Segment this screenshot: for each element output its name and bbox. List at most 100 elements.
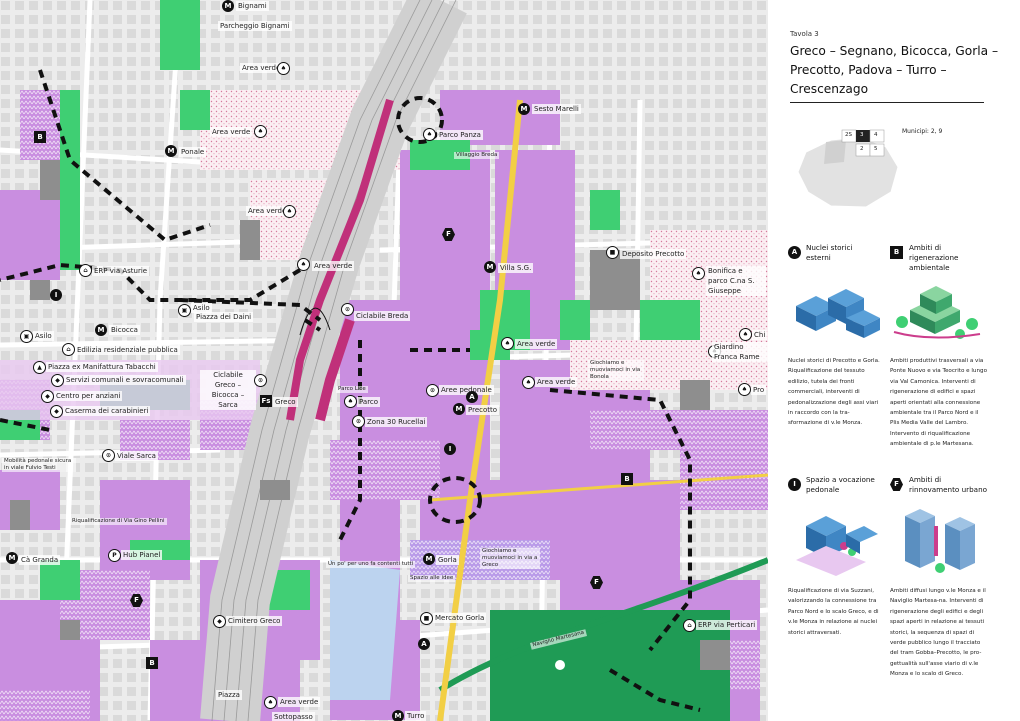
- tree-icon: ♠: [283, 205, 296, 218]
- market-icon: ■: [420, 612, 433, 625]
- legend-text-b: Ambiti produttivi trasversali a via Pont…: [890, 358, 987, 448]
- map-area[interactable]: Bignami M Parcheggio Bignami Area verde …: [0, 0, 768, 721]
- legend-mark-a: A: [788, 246, 801, 259]
- rail-station-icon: Fs: [260, 395, 272, 407]
- label-erp-perticari[interactable]: ERP via Perticari: [696, 620, 758, 630]
- label-parcheggio-bignami[interactable]: Parcheggio Bignami: [218, 21, 292, 31]
- label-precotto[interactable]: Precotto: [466, 405, 500, 415]
- page-title: Greco – Segnano, Bicocca, Gorla – Precot…: [790, 44, 999, 96]
- label-gorla[interactable]: Gorla: [436, 555, 459, 565]
- label-mercato-gorla[interactable]: Mercato Gorla: [433, 613, 487, 623]
- metro-icon: M: [222, 0, 234, 12]
- bike-icon: ⊙: [426, 384, 439, 397]
- label-centro-anziani[interactable]: Centro per anziani: [54, 391, 123, 401]
- label-bicocca[interactable]: Bicocca: [109, 325, 140, 335]
- housing-icon: ⌂: [79, 264, 92, 277]
- label-viale-sarca[interactable]: Viale Sarca: [115, 451, 158, 461]
- marker-b[interactable]: B: [146, 657, 158, 669]
- metro-icon: M: [423, 553, 435, 565]
- label-area-verde-3[interactable]: Area verde: [246, 206, 289, 216]
- service-icon: ◆: [213, 615, 226, 628]
- label-chi[interactable]: Chi: [752, 330, 768, 340]
- label-sottopasso[interactable]: Sottopasso: [272, 712, 315, 721]
- municipio-4: 4: [874, 132, 878, 138]
- label-bonifica[interactable]: Bonifica e parco C.na S. Giuseppe: [706, 266, 766, 296]
- label-area-verde-5[interactable]: Area verde: [515, 339, 558, 349]
- legend-title-i: Spazio a vocazione pedonale: [806, 475, 875, 494]
- label-caserma[interactable]: Caserma dei carabinieri: [63, 406, 151, 416]
- metro-icon: M: [95, 324, 107, 336]
- label-pro[interactable]: Pro: [751, 385, 767, 395]
- legend-title-a: Nuclei storici esterni: [806, 243, 853, 262]
- label-ciclabile-breda[interactable]: Ciclabile Breda: [354, 311, 411, 321]
- label-deposito-precotto[interactable]: Deposito Precotto: [620, 249, 687, 259]
- illustration-pedonale: [796, 516, 878, 576]
- label-erp-asturie[interactable]: ERP via Asturie: [92, 266, 150, 276]
- metro-icon: M: [453, 403, 465, 415]
- legend-mark-i: I: [788, 478, 801, 491]
- marker-a[interactable]: A: [466, 391, 478, 403]
- label-edilizia[interactable]: Edilizia residenziale pubblica: [75, 345, 180, 355]
- label-piazza-daini[interactable]: Piazza dei Daini: [194, 312, 254, 322]
- metro-icon: M: [518, 103, 530, 115]
- tree-icon: ♠: [692, 267, 705, 280]
- illustration-rigenerazione: [893, 286, 981, 339]
- label-area-verde-4[interactable]: Area verde: [312, 261, 355, 271]
- marker-b[interactable]: B: [621, 473, 633, 485]
- legend-title-f: Ambiti di rinnovamento urbano: [909, 475, 988, 494]
- label-cimitero-greco[interactable]: Cimitero Greco: [226, 616, 283, 626]
- service-icon: ◆: [41, 390, 54, 403]
- metro-icon: M: [6, 552, 18, 564]
- tree-icon: ♠: [501, 337, 514, 350]
- label-bignami[interactable]: Bignami: [236, 1, 269, 11]
- label-ca-granda[interactable]: Cà Granda: [19, 555, 61, 565]
- label-area-verde-2[interactable]: Area verde: [210, 127, 253, 137]
- label-villa-sg[interactable]: Villa S.G.: [498, 263, 534, 273]
- label-ponale[interactable]: Ponale: [179, 147, 207, 157]
- map-canvas[interactable]: [0, 0, 768, 721]
- bike-icon: ⊙: [102, 449, 115, 462]
- school-icon: ▣: [20, 330, 33, 343]
- municipio-2: 2: [860, 146, 864, 152]
- municipi-label: Municipi: 2, 9: [902, 128, 943, 135]
- label-turro[interactable]: Turro: [405, 711, 427, 721]
- label-giardino-franca[interactable]: Giardino Franca Rame: [712, 342, 768, 362]
- label-greco[interactable]: Greco: [273, 397, 298, 407]
- label-hub-pianel[interactable]: Hub Pianel: [121, 550, 163, 560]
- marker-i[interactable]: I: [50, 289, 62, 301]
- label-piazza-tabacchi[interactable]: Piazza ex Manifattura Tabacchi: [46, 362, 158, 372]
- label-area-verde-6[interactable]: Area verde: [535, 377, 578, 387]
- marker-b[interactable]: B: [34, 131, 46, 143]
- metro-icon: M: [484, 261, 496, 273]
- label-parco-panza[interactable]: Parco Panza: [437, 130, 483, 140]
- label-piazza[interactable]: Piazza: [216, 690, 242, 700]
- tree-icon: ♠: [254, 125, 267, 138]
- label-parco[interactable]: Parco: [357, 397, 381, 407]
- bike-icon: ⊙: [352, 415, 365, 428]
- label-giochi-1: Giochiamo e muoviamoci in via Bonola: [588, 360, 644, 381]
- tree-icon: ♠: [739, 328, 752, 341]
- tree-icon: ♠: [522, 376, 535, 389]
- square-icon: ▲: [33, 361, 46, 374]
- label-sesto-marelli[interactable]: Sesto Marelli: [532, 104, 581, 114]
- illustration-rinnovamento: [905, 509, 975, 573]
- label-ciclabile-greco[interactable]: Ciclabile Greco – Bicocca – Sarca: [200, 370, 256, 410]
- illustration-nuclei: [796, 289, 880, 338]
- marker-i[interactable]: I: [444, 443, 456, 455]
- label-area-verde-1[interactable]: Area verde: [240, 63, 283, 73]
- housing-icon: ⌂: [683, 619, 696, 632]
- marker-a[interactable]: A: [418, 638, 430, 650]
- metro-icon: M: [165, 145, 177, 157]
- label-zona-rucellai[interactable]: Zona 30 Rucellai: [365, 417, 428, 427]
- municipio-3: 3: [860, 132, 864, 138]
- label-servizi[interactable]: Servizi comunali e sovracomunali: [64, 375, 186, 385]
- housing-icon: ⌂: [62, 343, 75, 356]
- label-asilo-2[interactable]: Asilo: [33, 331, 54, 341]
- label-riqualificazione-pellini: Riqualificazione di Via Gino Pellini: [70, 518, 167, 525]
- legend-panel: Tavola 3 Greco – Segnano, Bicocca, Gorla…: [768, 0, 1020, 721]
- municipio-2s: 2S: [845, 132, 852, 138]
- label-un-po: Un po' per uno fa contenti tutti: [326, 561, 416, 568]
- legend-text-f: Ambiti diffusi lungo v.le Monza e il Nav…: [890, 588, 986, 678]
- label-area-verde-7[interactable]: Area verde: [278, 697, 321, 707]
- tree-icon: ♠: [344, 395, 357, 408]
